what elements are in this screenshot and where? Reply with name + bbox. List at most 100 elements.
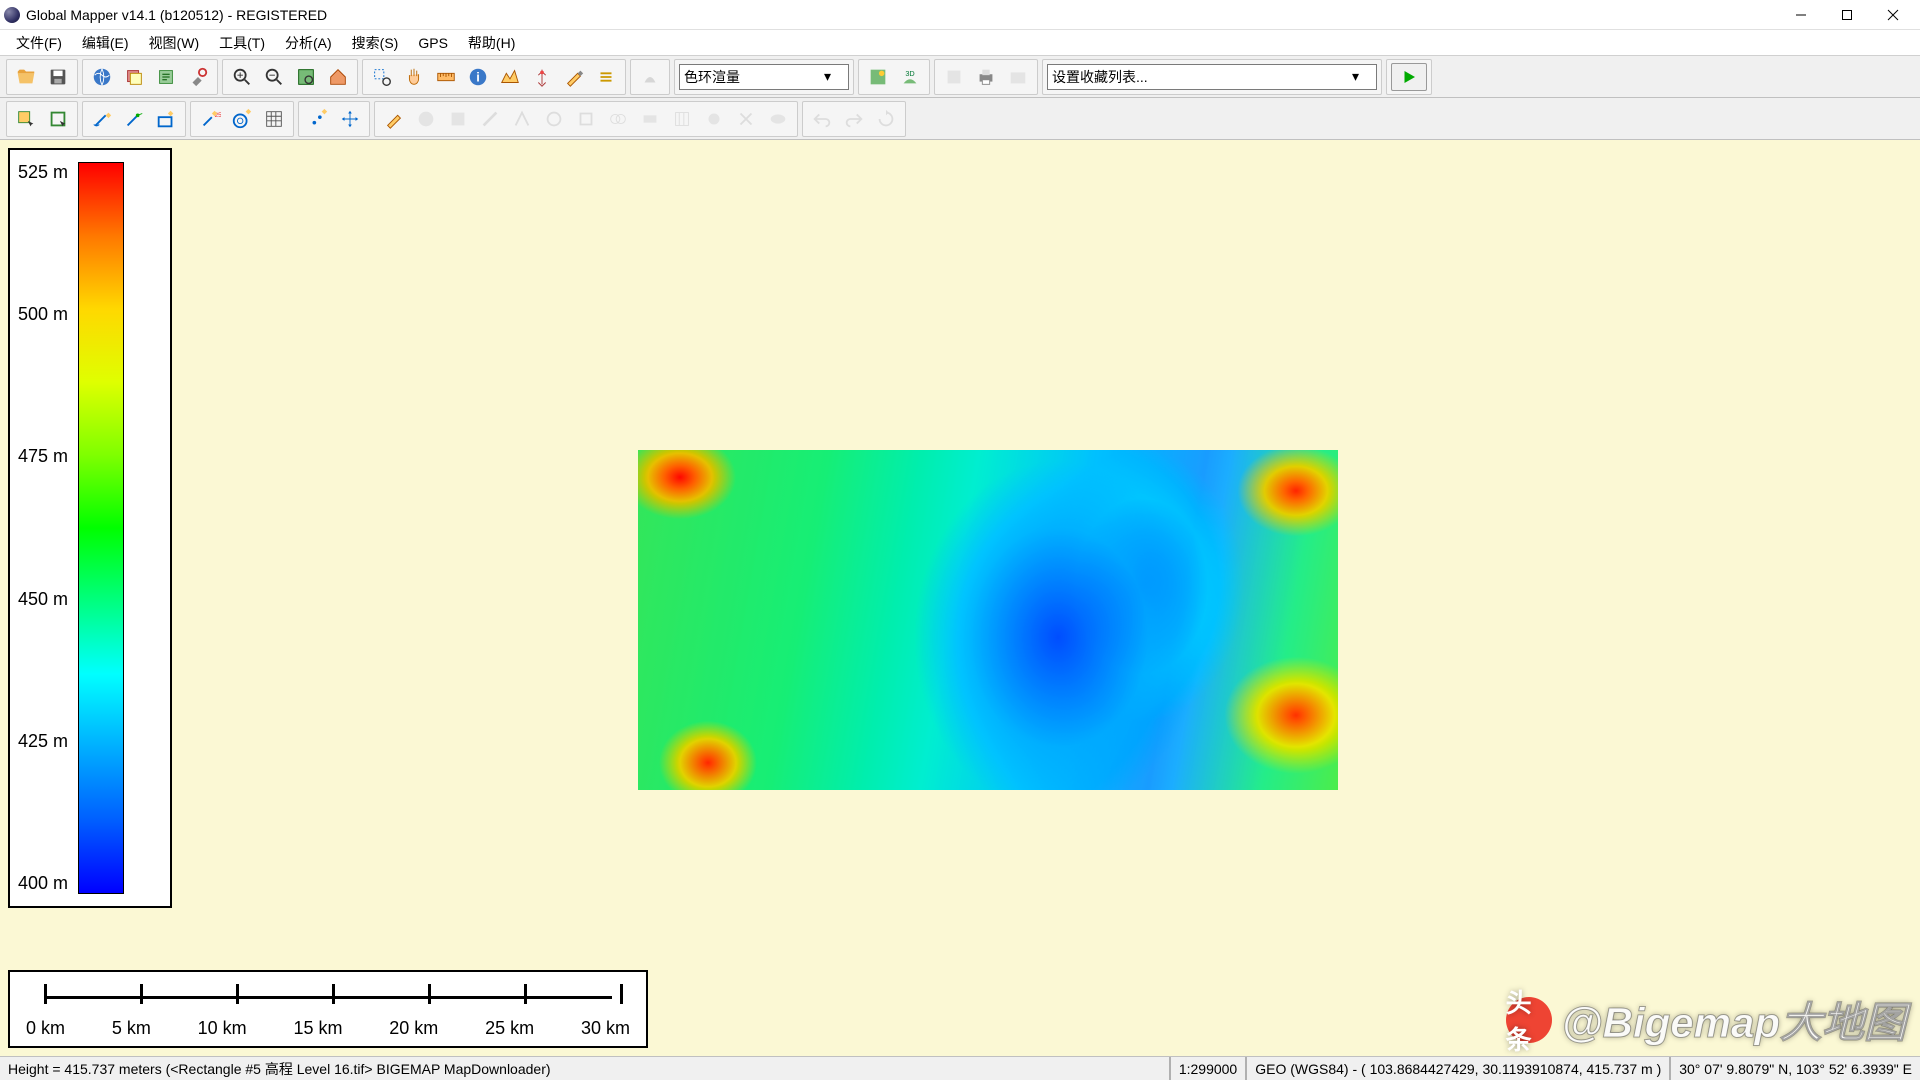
info-button[interactable]: i [463, 62, 493, 92]
map-canvas[interactable]: 525 m 500 m 475 m 450 m 425 m 400 m 0 km [0, 140, 1920, 1056]
db2 [443, 104, 473, 134]
menu-gps[interactable]: GPS [408, 32, 458, 54]
toolbar-row-1: i ▾ 3D ▾ [0, 56, 1920, 98]
scale-label: 30 km [581, 1018, 630, 1039]
legend-tick: 400 m [18, 873, 68, 894]
scale-label: 25 km [485, 1018, 534, 1039]
save-button[interactable] [43, 62, 73, 92]
create-rect-button[interactable] [151, 104, 181, 134]
db1 [411, 104, 441, 134]
export-button [939, 62, 969, 92]
play-button[interactable] [1391, 63, 1427, 91]
3d-button [635, 62, 665, 92]
edit-tool-button[interactable] [379, 104, 409, 134]
home-button[interactable] [323, 62, 353, 92]
layers-button[interactable] [119, 62, 149, 92]
watermark-logo: 头条 [1506, 997, 1552, 1043]
digitize-button[interactable] [559, 62, 589, 92]
legend-color-bar [78, 162, 124, 894]
menu-bar: 文件(F) 编辑(E) 视图(W) 工具(T) 分析(A) 搜索(S) GPS … [0, 30, 1920, 56]
move-point-button[interactable] [335, 104, 365, 134]
create-point-button[interactable] [303, 104, 333, 134]
profile-button[interactable] [495, 62, 525, 92]
print-button[interactable] [971, 62, 1001, 92]
edit-attrs-button[interactable]: 25 [195, 104, 225, 134]
toolbar-row-2: 25 [0, 98, 1920, 140]
undo-button [807, 104, 837, 134]
scale-label: 5 km [112, 1018, 151, 1039]
render-mode-combo[interactable]: ▾ [679, 64, 849, 90]
dropdown-icon[interactable] [591, 62, 621, 92]
db11 [731, 104, 761, 134]
measure-button[interactable] [431, 62, 461, 92]
close-button[interactable] [1870, 0, 1916, 30]
open-button[interactable] [11, 62, 41, 92]
edit-line-button[interactable] [87, 104, 117, 134]
minimize-button[interactable] [1778, 0, 1824, 30]
menu-help[interactable]: 帮助(H) [458, 30, 525, 56]
favorites-combo[interactable]: ▾ [1047, 64, 1377, 90]
capture-button [1003, 62, 1033, 92]
legend-tick: 500 m [18, 304, 68, 325]
app-icon [4, 7, 20, 23]
window-title: Global Mapper v14.1 (b120512) - REGISTER… [26, 7, 1778, 23]
legend-tick: 475 m [18, 446, 68, 467]
legend-tick: 425 m [18, 731, 68, 752]
db6 [571, 104, 601, 134]
3d-view-button[interactable]: 3D [895, 62, 925, 92]
db7 [603, 104, 633, 134]
terrain-raster [638, 450, 1338, 790]
menu-tools[interactable]: 工具(T) [209, 30, 275, 56]
status-coords: 30° 07' 9.8079" N, 103° 52' 6.3939" E [1669, 1057, 1920, 1080]
db8 [635, 104, 665, 134]
db12 [763, 104, 793, 134]
tools-button[interactable] [183, 62, 213, 92]
watermark: 头条 @Bigemap大地图 [1506, 989, 1906, 1050]
maximize-button[interactable] [1824, 0, 1870, 30]
redo-button [839, 104, 869, 134]
dropdown-arrow-icon: ▾ [824, 68, 831, 85]
menu-analysis[interactable]: 分析(A) [275, 30, 342, 56]
legend-tick: 525 m [18, 162, 68, 183]
scale-label: 10 km [198, 1018, 247, 1039]
elevation-legend: 525 m 500 m 475 m 450 m 425 m 400 m [8, 148, 172, 908]
title-bar: Global Mapper v14.1 (b120512) - REGISTER… [0, 0, 1920, 30]
status-projection: GEO (WGS84) - ( 103.8684427429, 30.11939… [1245, 1057, 1669, 1080]
zoom-out-button[interactable] [259, 62, 289, 92]
menu-edit[interactable]: 编辑(E) [72, 30, 139, 56]
zoom-extents-button[interactable] [291, 62, 321, 92]
db10 [699, 104, 729, 134]
zoom-in-button[interactable] [227, 62, 257, 92]
globe-button[interactable] [87, 62, 117, 92]
zoom-select-button[interactable] [367, 62, 397, 92]
edit-vertex-button[interactable] [119, 104, 149, 134]
db3 [475, 104, 505, 134]
status-height: Height = 415.737 meters (<Rectangle #5 高… [0, 1057, 1169, 1080]
legend-tick: 450 m [18, 589, 68, 610]
scale-bar: 0 km 5 km 10 km 15 km 20 km 25 km 30 km [8, 970, 648, 1048]
create-circle-button[interactable] [227, 104, 257, 134]
config-button[interactable] [151, 62, 181, 92]
db4 [507, 104, 537, 134]
menu-view[interactable]: 视图(W) [139, 30, 210, 56]
svg-text:i: i [476, 69, 480, 84]
watermark-text: @Bigemap大地图 [1562, 989, 1906, 1050]
rotate-button [871, 104, 901, 134]
status-bar: Height = 415.737 meters (<Rectangle #5 高… [0, 1056, 1920, 1080]
viewshed-button[interactable] [527, 62, 557, 92]
shader-button[interactable] [863, 62, 893, 92]
menu-file[interactable]: 文件(F) [6, 30, 72, 56]
render-mode-value[interactable] [684, 69, 824, 85]
scale-label: 20 km [389, 1018, 438, 1039]
pan-button[interactable] [399, 62, 429, 92]
status-scale: 1:299000 [1169, 1057, 1245, 1080]
select-tool-button[interactable] [11, 104, 41, 134]
svg-text:3D: 3D [905, 69, 914, 78]
menu-search[interactable]: 搜索(S) [342, 30, 409, 56]
favorites-value[interactable] [1052, 69, 1352, 85]
dropdown-arrow-icon: ▾ [1352, 68, 1359, 85]
create-grid-button[interactable] [259, 104, 289, 134]
scale-label: 0 km [26, 1018, 65, 1039]
create-area-button[interactable] [43, 104, 73, 134]
db9 [667, 104, 697, 134]
